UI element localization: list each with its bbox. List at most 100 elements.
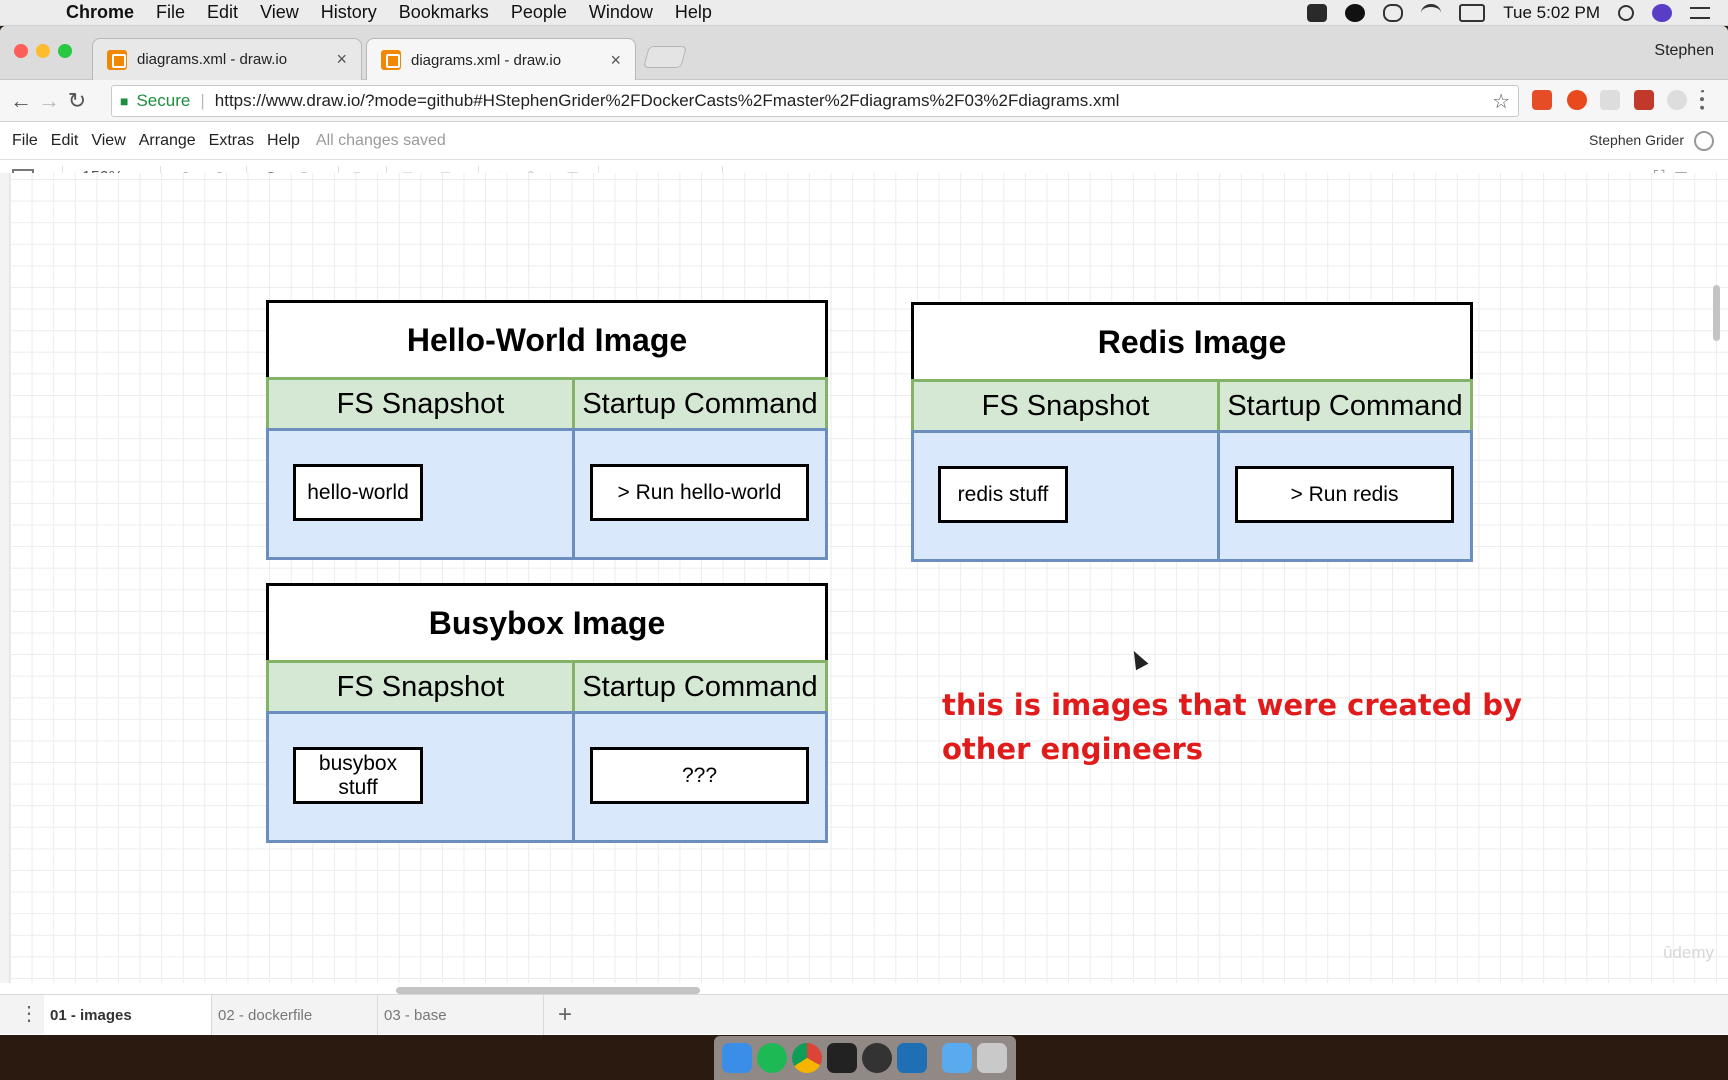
add-page-button[interactable]: + [551, 1001, 579, 1029]
page-tab-images[interactable]: 01 - images [44, 995, 212, 1035]
extension-icon[interactable] [1532, 90, 1552, 110]
reload-icon[interactable]: ↻ [63, 88, 91, 114]
fs-snapshot-header[interactable]: FS Snapshot [266, 377, 575, 431]
url-text[interactable]: https://www.draw.io/?mode=github#HStephe… [215, 91, 1492, 111]
cmd-value-box[interactable]: > Run hello-world [590, 464, 809, 521]
siri-icon[interactable] [1652, 4, 1672, 22]
chrome-icon[interactable] [792, 1043, 822, 1073]
url-separator: | [200, 91, 205, 110]
fs-value-box[interactable]: hello-world [293, 464, 423, 521]
menu-file[interactable]: File [156, 2, 185, 23]
drawio-menu-help[interactable]: Help [267, 132, 300, 150]
cmd-value-box[interactable]: ??? [590, 747, 809, 804]
menu-view[interactable]: View [260, 2, 299, 23]
trash-icon[interactable] [977, 1043, 1007, 1073]
language-globe-icon[interactable] [1694, 131, 1714, 151]
menu-history[interactable]: History [321, 2, 377, 23]
drawio-menu-extras[interactable]: Extras [209, 132, 254, 150]
startup-command-header[interactable]: Startup Command [1217, 379, 1473, 433]
startup-command-header[interactable]: Startup Command [572, 660, 828, 714]
profile-name[interactable]: Stephen [1654, 42, 1714, 60]
spotlight-search-icon[interactable] [1618, 5, 1634, 21]
startup-command-body[interactable]: > Run hello-world [572, 428, 828, 560]
close-tab-icon[interactable]: × [336, 49, 347, 70]
startup-command-body[interactable]: > Run redis [1217, 430, 1473, 562]
css-extension-icon[interactable] [1600, 90, 1620, 110]
macos-menu-bar: Chrome File Edit View History Bookmarks … [0, 0, 1728, 26]
horizontal-scrollbar[interactable] [396, 987, 700, 994]
fs-value-box[interactable]: redis stuff [938, 466, 1068, 523]
fs-snapshot-body[interactable]: redis stuff [911, 430, 1220, 562]
extension-icon[interactable] [1667, 90, 1687, 110]
chrome-menu-icon[interactable] [1700, 90, 1706, 110]
browser-tab-active[interactable]: diagrams.xml - draw.io × [366, 38, 636, 81]
finder-icon[interactable] [722, 1043, 752, 1073]
fs-snapshot-body[interactable]: busybox stuff [266, 711, 575, 843]
fs-value-box[interactable]: busybox stuff [293, 747, 423, 804]
wifi-icon[interactable] [1421, 4, 1442, 22]
drawio-favicon-icon [381, 50, 401, 70]
drawio-menu-view[interactable]: View [91, 132, 125, 150]
new-tab-button[interactable] [643, 46, 687, 68]
extension-icon[interactable] [1634, 90, 1654, 110]
tab-title: diagrams.xml - draw.io [137, 51, 288, 68]
diagram-canvas[interactable]: Hello-World Image FS Snapshot Startup Co… [0, 173, 1728, 994]
menu-app-name[interactable]: Chrome [66, 2, 134, 23]
annotation-text[interactable]: this is images that were created by othe… [942, 683, 1602, 771]
spotify-icon[interactable] [757, 1043, 787, 1073]
cmd-value-box[interactable]: > Run redis [1235, 466, 1454, 523]
obs-icon[interactable] [862, 1043, 892, 1073]
terminal-icon[interactable] [827, 1043, 857, 1073]
fs-snapshot-body[interactable]: hello-world [266, 428, 575, 560]
menu-people[interactable]: People [511, 2, 567, 23]
image-title: Hello-World Image [406, 321, 688, 358]
image-title: Busybox Image [428, 604, 666, 641]
startup-command-body[interactable]: ??? [572, 711, 828, 843]
page-tab-base[interactable]: 03 - base [378, 995, 544, 1035]
startup-command-header[interactable]: Startup Command [572, 377, 828, 431]
notification-center-icon[interactable] [1690, 7, 1710, 19]
menu-help[interactable]: Help [675, 2, 712, 23]
minimize-window-button[interactable] [36, 44, 50, 58]
glasses-icon[interactable] [1383, 4, 1404, 22]
busybox-image-container[interactable]: Busybox Image FS Snapshot Startup Comman… [266, 583, 828, 843]
tab-title: diagrams.xml - draw.io [411, 51, 562, 69]
redis-image-container[interactable]: Redis Image FS Snapshot Startup Command … [911, 302, 1473, 562]
drawio-menu-edit[interactable]: Edit [51, 132, 79, 150]
docker-icon[interactable] [1307, 4, 1328, 22]
pages-menu-icon[interactable]: ⋮ [18, 1001, 40, 1029]
status-tray: Tue 5:02 PM [1307, 0, 1728, 26]
drawio-menu-bar: File Edit View Arrange Extras Help All c… [0, 122, 1728, 160]
obs-icon[interactable] [1345, 4, 1366, 22]
vscode-icon[interactable] [897, 1043, 927, 1073]
drawio-favicon-icon [107, 49, 127, 70]
forward-icon[interactable]: → [35, 88, 63, 114]
back-icon[interactable]: ← [7, 88, 35, 114]
menu-edit[interactable]: Edit [207, 2, 238, 23]
secure-label: Secure [136, 91, 191, 110]
close-tab-icon[interactable]: × [610, 50, 621, 71]
browser-tab[interactable]: diagrams.xml - draw.io × [92, 38, 362, 80]
fs-snapshot-header[interactable]: FS Snapshot [911, 379, 1220, 433]
page-tabs-bar: ⋮ 01 - images 02 - dockerfile 03 - base … [0, 994, 1728, 1035]
drawio-menu-file[interactable]: File [12, 132, 38, 150]
sidebar-collapsed-edge[interactable] [0, 173, 10, 983]
extension-icon[interactable] [1567, 90, 1587, 110]
page-tab-dockerfile[interactable]: 02 - dockerfile [212, 995, 378, 1035]
menu-bookmarks[interactable]: Bookmarks [399, 2, 489, 23]
drawio-menu-arrange[interactable]: Arrange [139, 132, 196, 150]
url-bar[interactable]: ■ Secure | https://www.draw.io/?mode=git… [111, 85, 1519, 117]
mouse-cursor-icon [1127, 647, 1149, 671]
hello-world-image-container[interactable]: Hello-World Image FS Snapshot Startup Co… [266, 300, 828, 560]
battery-icon[interactable] [1459, 4, 1486, 22]
close-window-button[interactable] [14, 44, 28, 58]
maximize-window-button[interactable] [58, 44, 72, 58]
folder-icon[interactable] [942, 1043, 972, 1073]
menu-window[interactable]: Window [589, 2, 653, 23]
lock-icon: ■ [120, 93, 129, 109]
bookmark-star-icon[interactable]: ☆ [1492, 89, 1510, 114]
clock[interactable]: Tue 5:02 PM [1503, 3, 1600, 23]
fs-snapshot-header[interactable]: FS Snapshot [266, 660, 575, 714]
vertical-scrollbar[interactable] [1713, 285, 1720, 341]
user-menu[interactable]: Stephen Grider [1589, 132, 1684, 148]
